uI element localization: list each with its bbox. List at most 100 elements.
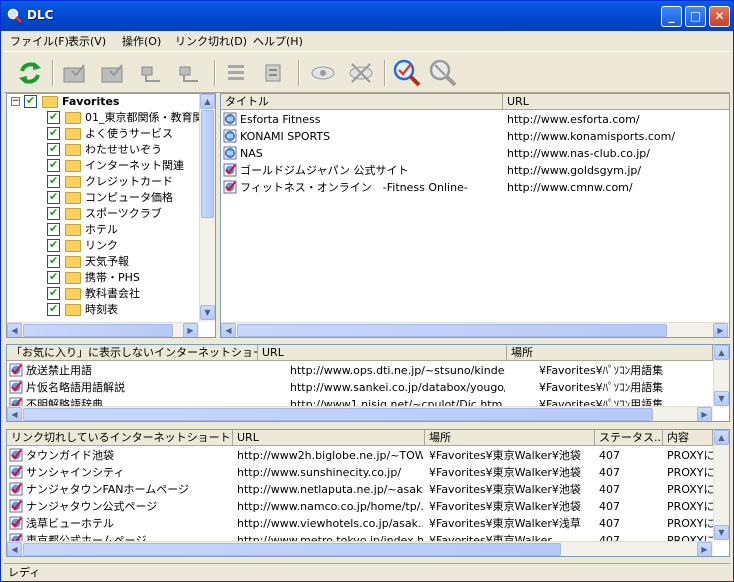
table-row[interactable]: NAS http://www.nas-club.co.jp/ — [221, 145, 729, 162]
broken-link-icon — [9, 448, 23, 462]
toolbar — [4, 51, 730, 93]
favorites-list: タイトル URL Esforta Fitness http://www.esfor… — [220, 93, 730, 338]
tree-item-label: 01_東京都関係・教育関 — [85, 111, 204, 124]
refresh-button[interactable] — [13, 56, 47, 90]
table-cell: ¥Favorites¥東京Walker¥池袋 — [429, 483, 581, 496]
folder-checkbox[interactable] — [47, 109, 60, 125]
link-check-button[interactable] — [390, 56, 424, 90]
folder-checkbox[interactable] — [47, 301, 60, 317]
table-row[interactable]: KONAMI SPORTS http://www.konamisports.com… — [221, 128, 729, 145]
tree-item-label: よく使うサービス — [85, 127, 173, 140]
broken-link-icon — [9, 516, 23, 530]
properties-button[interactable] — [258, 56, 292, 90]
column-url[interactable]: URL — [258, 345, 507, 361]
column-url[interactable]: URL — [233, 430, 425, 446]
folder-icon — [65, 240, 81, 252]
tree-horizontal-scrollbar[interactable]: ◀ ▶ — [7, 322, 199, 337]
column-content[interactable]: 内容 — [663, 430, 713, 446]
table-cell: ¥Favorites¥東京Walker¥池袋 — [429, 449, 581, 462]
table-row[interactable]: 放送禁止用語 http://www.ops.dti.ne.jp/~stsuno/k… — [7, 362, 707, 379]
folder-checkbox[interactable] — [47, 285, 60, 301]
list-move-icon — [228, 65, 244, 80]
list3-horizontal-scrollbar[interactable]: ◀ ▶ — [7, 541, 713, 556]
app-magnifier-icon — [7, 8, 22, 23]
table-cell: http://www.viewhotels.co.jp/asak... — [237, 517, 423, 530]
column-url[interactable]: URL — [503, 94, 729, 110]
table-row[interactable]: ナンジャタウン公式ページ http://www.namco.co.jp/home/… — [7, 498, 713, 515]
tree-vertical-scrollbar[interactable]: ▲ ▼ — [199, 94, 215, 322]
folder-checkbox[interactable] — [47, 205, 60, 221]
table-cell: 片仮名略語用語解説 — [26, 381, 125, 394]
folder-checkbox[interactable] — [47, 221, 60, 237]
folder-icon — [65, 288, 81, 300]
column-title[interactable]: タイトル — [221, 94, 503, 110]
folder-icon — [65, 208, 81, 220]
tree-item-label: 携帯・PHS — [85, 271, 140, 284]
menu-broken-links[interactable]: リンク切れ(D) — [175, 33, 247, 49]
list2-vertical-scrollbar[interactable]: ▲ ▼ — [713, 345, 729, 407]
list3-vertical-scrollbar[interactable]: ▲ ▼ — [713, 430, 729, 541]
column-location[interactable]: 場所 — [507, 345, 713, 361]
table-row[interactable]: ゴールドジムジャパン 公式サイト http://www.goldsgym.jp/ — [221, 162, 729, 179]
table-cell: 407 — [599, 466, 620, 479]
move-button[interactable] — [220, 56, 254, 90]
broken-link-icon — [9, 380, 23, 394]
table-cell: http://www.namco.co.jp/home/tp/... — [237, 500, 423, 513]
folder-checkbox[interactable] — [47, 269, 60, 285]
table-cell: PROXYに — [667, 466, 713, 479]
title-bar: DLC _ □ ✕ — [1, 1, 733, 31]
menu-help[interactable]: ヘルプ(H) — [253, 33, 303, 49]
table-row[interactable]: タウンガイド池袋 http://www2h.biglobe.ne.jp/~TOW.… — [7, 447, 713, 464]
maximize-button[interactable]: □ — [685, 6, 706, 27]
folder-checkbox[interactable] — [47, 141, 60, 157]
tree-item-label: クレジットカード — [85, 175, 173, 188]
table-cell: ¥Favorites¥ﾊﾟｿｺﾝ用語集 — [539, 364, 664, 377]
column-hidden-shortcut[interactable]: 「お気に入り」に表示しないインターネットショートカ... — [7, 345, 258, 361]
list-properties-icon — [265, 64, 281, 82]
table-row[interactable]: 片仮名略語用語解説 http://www.sankei.co.jp/databox… — [7, 379, 707, 396]
column-location[interactable]: 場所 — [425, 430, 595, 446]
internet-shortcut-icon — [223, 112, 237, 126]
folder-checkbox[interactable] — [47, 189, 60, 205]
list2-horizontal-scrollbar[interactable]: ◀ ▶ — [7, 406, 713, 421]
menu-file[interactable]: ファイル(F) — [10, 33, 69, 49]
folder-checkbox[interactable] — [47, 173, 60, 189]
table-row[interactable]: Esforta Fitness http://www.esforta.com/ — [221, 111, 729, 128]
refresh-icon — [19, 62, 41, 84]
minimize-button[interactable]: _ — [661, 6, 682, 27]
folder-checkbox[interactable] — [47, 253, 60, 269]
table-cell: http://www.nas-club.co.jp/ — [507, 147, 650, 160]
column-broken-shortcut[interactable]: リンク切れしているインターネットショートカット — [7, 430, 233, 446]
folder-icon — [65, 128, 81, 140]
column-status[interactable]: ステータス... — [595, 430, 663, 446]
table-cell: http://www.goldsgym.jp/ — [507, 164, 642, 177]
table-cell: PROXYに — [667, 517, 713, 530]
folder-check-button[interactable] — [58, 56, 92, 90]
table-cell: 407 — [599, 517, 620, 530]
folder-checkbox[interactable] — [47, 125, 60, 141]
show-button[interactable] — [306, 56, 340, 90]
table-cell: ¥Favorites¥東京Walker¥池袋 — [429, 466, 581, 479]
folder-checkbox[interactable] — [47, 157, 60, 173]
folder-check-all-button[interactable] — [96, 56, 130, 90]
menu-view[interactable]: 表示(V) — [68, 33, 106, 49]
table-row[interactable]: ナンジャタウンFANホームページ http://www.netlaputa.ne.… — [7, 481, 713, 498]
table-cell: PROXYに — [667, 500, 713, 513]
table-cell: Esforta Fitness — [240, 113, 321, 126]
root-checkbox[interactable] — [24, 94, 37, 109]
table-cell: 407 — [599, 500, 620, 513]
table-row[interactable]: サンシャインシティ http://www.sunshinecity.co.jp/ ¥… — [7, 464, 713, 481]
menu-operation[interactable]: 操作(O) — [122, 33, 161, 49]
hide-button[interactable] — [344, 56, 378, 90]
close-button[interactable]: ✕ — [709, 6, 730, 27]
stop-check-button[interactable] — [426, 56, 460, 90]
broken-link-icon — [9, 482, 23, 496]
tree-check-button[interactable] — [136, 56, 170, 90]
table-row[interactable]: フィットネス・オンライン -Fitness Online-http://www.… — [221, 179, 729, 196]
list1-horizontal-scrollbar[interactable]: ◀ ▶ — [221, 322, 729, 337]
folder-checkbox[interactable] — [47, 237, 60, 253]
internet-shortcut-icon — [223, 129, 237, 143]
tree-check-all-button[interactable] — [174, 56, 208, 90]
window-title: DLC — [27, 8, 54, 22]
table-row[interactable]: 浅草ビューホテル http://www.viewhotels.co.jp/asak… — [7, 515, 713, 532]
